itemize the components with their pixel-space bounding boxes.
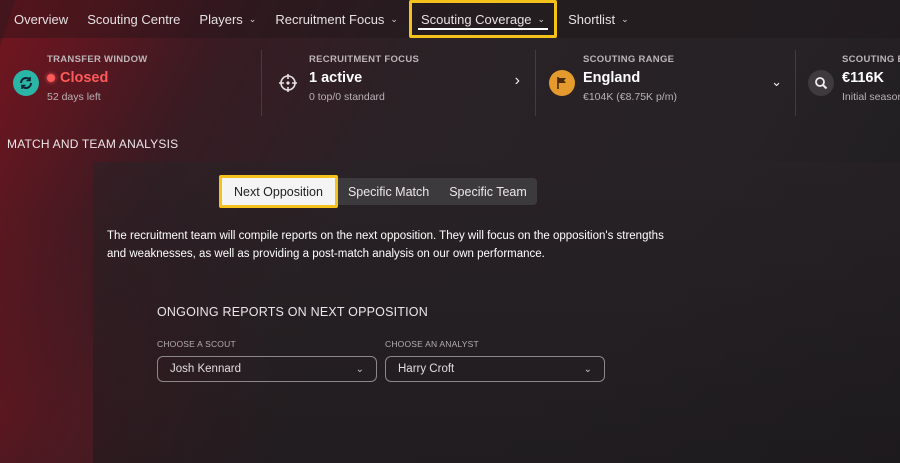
chevron-down-icon: ⌄ [583,363,592,375]
analysis-tabs: Next Opposition Specific Match Specific … [219,175,537,208]
reports-title: ONGOING REPORTS ON NEXT OPPOSITION [157,305,428,319]
nav-label: Scouting Centre [87,11,181,27]
chevron-right-icon[interactable]: › [515,72,520,90]
recruitment-focus-sub: 0 top/0 standard [309,91,385,103]
analyst-value: Harry Croft [398,363,455,375]
crosshair-icon [275,70,301,96]
nav-label: Shortlist [568,11,616,27]
transfer-window-status: Closed [47,70,148,86]
scouting-range-label: SCOUTING RANGE [583,54,675,65]
flag-icon [549,70,575,96]
scout-label: CHOOSE A SCOUT [157,339,236,349]
recruitment-focus-value: 1 active [309,70,363,86]
scouting-range-value: England [583,70,641,86]
tab-specific-match[interactable]: Specific Match [338,178,439,205]
nav-recruitment-focus[interactable]: Recruitment Focus ⌄ [267,3,406,35]
recruitment-focus-card[interactable]: RECRUITMENT FOCUS 1 active 0 top/0 stand… [262,46,536,122]
transfer-icon [13,70,39,96]
section-title: MATCH AND TEAM ANALYSIS [7,137,179,151]
description-text: The recruitment team will compile report… [107,230,664,260]
search-icon [808,70,834,96]
chevron-down-icon: ⌄ [537,13,546,24]
info-bar: TRANSFER WINDOW Closed 52 days left RECR… [0,46,900,122]
analyst-select[interactable]: Harry Croft ⌄ [385,356,605,382]
nav-label: Overview [14,11,69,27]
tab-specific-team[interactable]: Specific Team [439,178,537,205]
scouting-budget-label: SCOUTING B [842,54,900,65]
chevron-down-icon: ⌄ [390,13,398,24]
scouting-budget-value: €116K [842,70,884,86]
transfer-window-label: TRANSFER WINDOW [47,54,148,65]
scouting-range-sub: €104K (€8.75K p/m) [583,91,677,103]
top-nav: Overview Scouting Centre Players ⌄ Recru… [0,0,900,38]
scouting-range-card[interactable]: SCOUTING RANGE England €104K (€8.75K p/m… [536,46,796,122]
nav-shortlist[interactable]: Shortlist ⌄ [560,3,637,35]
recruitment-focus-label: RECRUITMENT FOCUS [309,54,420,65]
transfer-window-sub: 52 days left [47,91,101,103]
nav-overview[interactable]: Overview [6,3,76,35]
chevron-down-icon: ⌄ [621,13,629,24]
nav-scouting-centre[interactable]: Scouting Centre [79,3,188,35]
chevron-down-icon: ⌄ [248,13,257,24]
chevron-down-icon[interactable]: ⌄ [771,74,782,90]
nav-label: Players [199,11,243,27]
transfer-window-value: Closed [60,70,109,86]
scout-select[interactable]: Josh Kennard ⌄ [157,356,377,382]
tab-next-opposition[interactable]: Next Opposition [219,175,338,208]
chevron-down-icon: ⌄ [355,363,364,375]
analyst-label: CHOOSE AN ANALYST [385,339,479,349]
closed-dot-icon [47,74,55,82]
nav-scouting-coverage[interactable]: Scouting Coverage ⌄ [408,0,558,38]
scouting-budget-card[interactable]: SCOUTING B €116K Initial season [796,46,900,122]
scouting-budget-sub: Initial season [842,91,900,103]
nav-players[interactable]: Players ⌄ [191,3,264,35]
scout-value: Josh Kennard [170,363,241,375]
nav-label: Scouting Coverage [420,11,532,27]
nav-label: Recruitment Focus [275,11,385,27]
transfer-window-card[interactable]: TRANSFER WINDOW Closed 52 days left [0,46,262,122]
